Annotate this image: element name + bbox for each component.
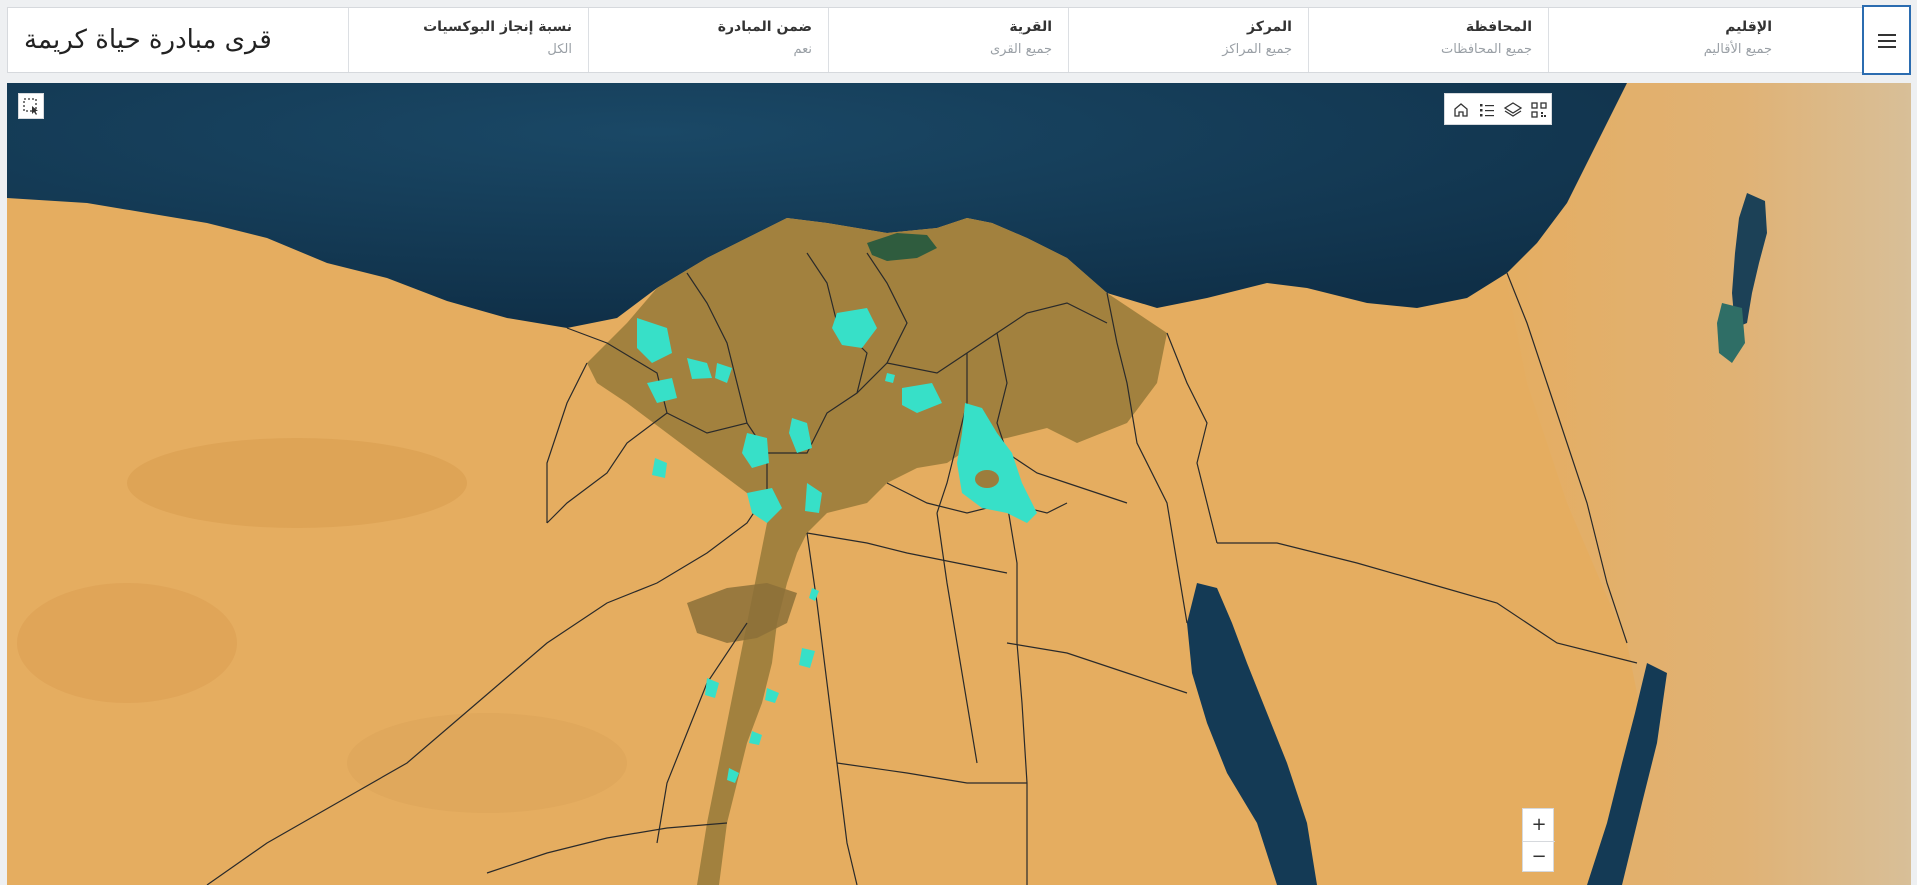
zoom-out-button[interactable]: − (1523, 841, 1555, 873)
filter-village[interactable]: القرية جميع القرى (828, 8, 1068, 72)
filter-label: المحافظة (1465, 19, 1532, 35)
hamburger-icon (1878, 34, 1896, 36)
filter-value: الكل (547, 42, 572, 57)
page-title: قرى مبادرة حياة كريمة (24, 25, 272, 55)
filter-region[interactable]: الإقليم جميع الأقاليم (1548, 8, 1788, 72)
select-region-button[interactable] (18, 93, 44, 119)
layers-icon (1503, 102, 1523, 117)
filter-value: جميع الأقاليم (1703, 42, 1772, 57)
map-view[interactable]: + − (7, 83, 1911, 885)
filter-label: القرية (1009, 19, 1052, 35)
filter-value: نعم (793, 42, 812, 57)
filter-in-initiative[interactable]: ضمن المبادرة نعم (588, 8, 828, 72)
menu-button[interactable] (1862, 5, 1911, 75)
filter-center[interactable]: المركز جميع المراكز (1068, 8, 1308, 72)
home-button[interactable] (1449, 98, 1473, 122)
legend-button[interactable] (1475, 98, 1499, 122)
filter-label: الإقليم (1725, 19, 1772, 35)
filter-governorate[interactable]: المحافظة جميع المحافظات (1308, 8, 1548, 72)
filter-value: جميع المحافظات (1440, 42, 1532, 57)
layers-button[interactable] (1501, 98, 1525, 122)
zoom-controls: + − (1522, 808, 1555, 873)
map-toolbar (1444, 93, 1552, 125)
legend-icon (1480, 104, 1494, 117)
qr-code-button[interactable] (1527, 98, 1551, 122)
home-icon (1454, 103, 1468, 117)
qr-code-icon (1531, 102, 1547, 118)
filter-label: ضمن المبادرة (717, 19, 812, 35)
satellite-map (7, 83, 1911, 885)
filter-value: جميع القرى (989, 42, 1052, 57)
filter-label: المركز (1246, 19, 1292, 35)
filter-bar: قرى مبادرة حياة كريمة نسبة إنجاز البوكسي… (7, 7, 1911, 73)
zoom-in-button[interactable]: + (1523, 809, 1555, 842)
filter-label: نسبة إنجاز البوكسيات (423, 19, 572, 35)
filter-completion-rate[interactable]: نسبة إنجاز البوكسيات الكل (348, 8, 588, 72)
select-region-icon (23, 98, 38, 115)
filter-value: جميع المراكز (1222, 42, 1292, 57)
